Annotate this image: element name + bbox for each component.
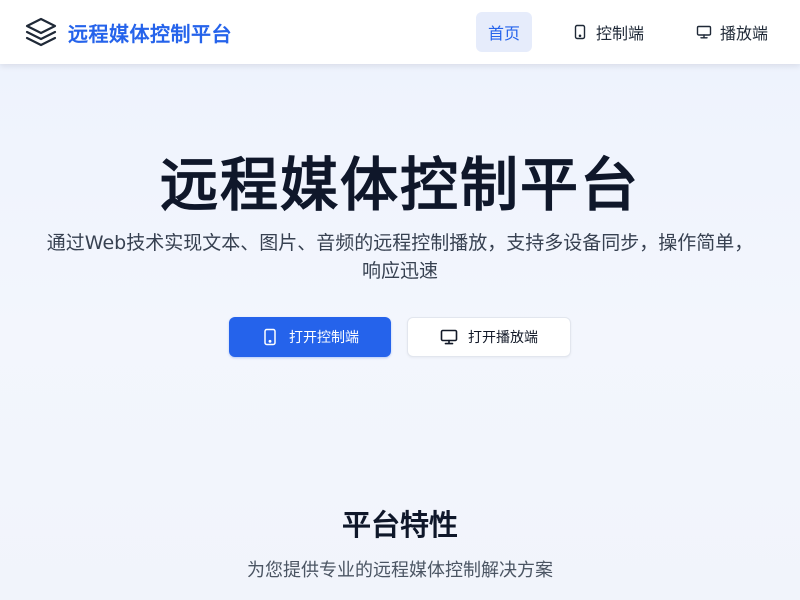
nav-item-label: 首页 <box>487 24 520 43</box>
hero-title: 远程媒体控制平台 <box>159 151 640 219</box>
main-nav: 首页 控制端 播放端 <box>475 12 780 52</box>
top-nav-bar: 远程媒体控制平台 首页 控制端 播放端 <box>0 0 800 64</box>
brand-link[interactable]: 远程媒体控制平台 <box>24 15 232 49</box>
brand-title: 远程媒体控制平台 <box>68 21 232 46</box>
monitor-icon <box>440 329 458 345</box>
open-player-button[interactable]: 打开播放端 <box>407 317 571 357</box>
smartphone-icon <box>264 328 276 346</box>
smartphone-icon <box>574 24 586 40</box>
hero-subtitle-line: 通过Web技术实现文本、图片、音频的远程控制播放，支持多设备同步，操作简单， <box>46 232 754 254</box>
open-controller-button[interactable]: 打开控制端 <box>229 317 391 357</box>
nav-item-label: 控制端 <box>595 24 644 43</box>
features-subtitle: 为您提供专业的远程媒体控制解决方案 <box>247 560 553 581</box>
nav-item-controller[interactable]: 控制端 <box>560 12 656 52</box>
features-title: 平台特性 <box>341 508 458 542</box>
page: 远程媒体控制平台 首页 控制端 播放端 远程媒体控制平台 通过Web技术实现文本… <box>0 0 800 600</box>
button-label: 打开控制端 <box>289 330 359 346</box>
nav-item-label: 播放端 <box>719 24 768 43</box>
nav-item-player[interactable]: 播放端 <box>684 12 780 52</box>
nav-item-home[interactable]: 首页 <box>475 12 532 52</box>
layers-icon <box>25 17 57 47</box>
button-label: 打开播放端 <box>468 330 538 346</box>
monitor-icon <box>696 25 712 39</box>
hero-subtitle: 通过Web技术实现文本、图片、音频的远程控制播放，支持多设备同步，操作简单， 响… <box>20 229 780 285</box>
hero-subtitle-line: 响应迅速 <box>361 260 438 282</box>
